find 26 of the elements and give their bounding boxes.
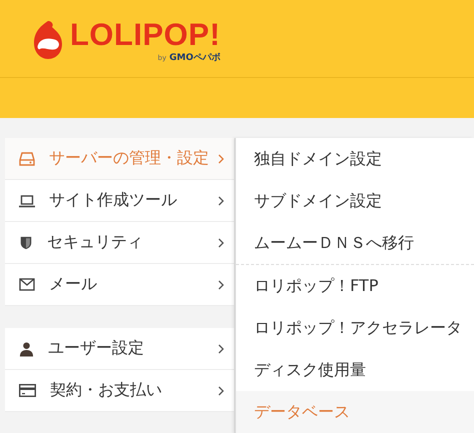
byline-brand: GMOペパボ — [169, 52, 220, 62]
logo-wordmark: LOLIPOP! — [70, 18, 220, 50]
drive-icon — [19, 152, 35, 166]
menu-item[interactable]: セキュリティ — [5, 222, 234, 264]
submenu-item[interactable]: ディスク使用量 — [236, 349, 474, 391]
chevron-icon — [218, 280, 224, 290]
laptop-icon — [19, 194, 35, 208]
menu-item[interactable]: メール — [5, 264, 234, 306]
menu-item[interactable]: ユーザー設定 — [5, 328, 234, 370]
credit-card-icon — [19, 384, 36, 397]
submenu-item[interactable]: ムームーＤＮＳへ移行 — [236, 222, 474, 265]
chevron-icon — [218, 154, 224, 164]
user-icon — [19, 340, 34, 356]
menu-item[interactable]: サイト作成ツール — [5, 180, 234, 222]
chevron-icon — [218, 386, 224, 396]
chevron-icon — [218, 238, 224, 248]
menu-item[interactable]: 契約・お支払い — [5, 370, 234, 412]
submenu-item[interactable]: ロリポップ！アクセラレータ — [236, 307, 474, 349]
submenu-item[interactable]: 独自ドメイン設定 — [236, 138, 474, 180]
submenu-item[interactable]: ロリポップ！FTP — [236, 265, 474, 307]
chevron-icon — [218, 344, 224, 354]
shield-icon — [19, 234, 33, 250]
mail-icon — [19, 278, 35, 291]
submenu-item[interactable]: サブドメイン設定 — [236, 180, 474, 222]
lollipop-logo-icon — [32, 18, 64, 60]
chevron-icon — [218, 196, 224, 206]
